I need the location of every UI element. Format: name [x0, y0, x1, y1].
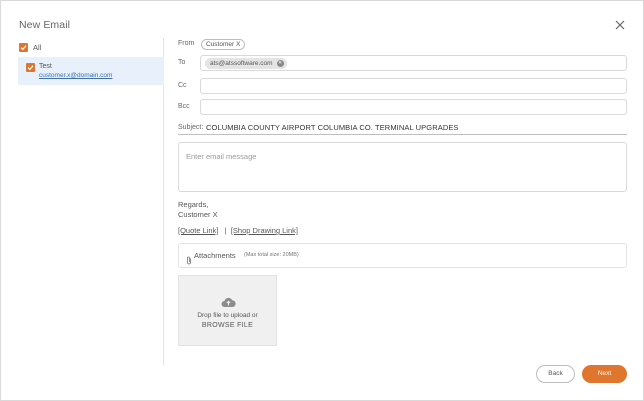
shop-drawing-link[interactable]: [Shop Drawing Link] [231, 226, 298, 235]
from-chip[interactable]: Customer X [201, 39, 246, 50]
message-textarea[interactable]: Enter email message [178, 142, 627, 192]
close-icon[interactable] [613, 18, 627, 32]
browse-file-link[interactable]: BROWSE FILE [179, 322, 276, 329]
bcc-field[interactable] [200, 99, 627, 115]
checkbox-checked-icon [27, 65, 34, 71]
email-dialog: New Email All Test customer.x@domain.com… [0, 0, 644, 401]
regards-line: Regards, [178, 200, 209, 209]
subject-label: Subject: [178, 124, 204, 131]
subject-field[interactable]: Subject: COLUMBIA COUNTY AIRPORT COLUMBI… [178, 122, 627, 135]
select-all-label: All [33, 43, 42, 52]
link-separator: | [224, 226, 227, 235]
subject-value[interactable]: COLUMBIA COUNTY AIRPORT COLUMBIA CO. TER… [206, 123, 459, 132]
recipient-name: Test [39, 63, 52, 70]
to-recipient-chip[interactable]: ats@atssoftware.com ✕ [205, 57, 287, 69]
cc-field[interactable] [200, 78, 627, 94]
select-all-checkbox[interactable] [19, 43, 28, 52]
to-label: To [178, 59, 186, 66]
to-chip-label: ats@atssoftware.com [210, 59, 273, 67]
cloud-upload-icon [221, 295, 236, 313]
checkbox-checked-icon [20, 45, 27, 51]
link-row: [Quote Link] | [Shop Drawing Link] [178, 226, 298, 235]
drop-instruction: Drop file to upload or [197, 312, 258, 319]
file-drop-zone[interactable]: Drop file to upload or BROWSE FILE [178, 275, 277, 346]
back-button[interactable]: Back [536, 365, 575, 383]
attachments-title: Attachments [194, 251, 236, 260]
attachments-panel: Attachments (Max total size: 20MB) [178, 243, 627, 268]
remove-chip-icon[interactable]: ✕ [276, 59, 284, 67]
recipient-item[interactable]: Test customer.x@domain.com [18, 57, 164, 85]
recipient-list: All Test customer.x@domain.com [18, 38, 164, 365]
recipient-checkbox[interactable] [26, 63, 35, 72]
attachments-max-size: (Max total size: 20MB) [244, 252, 299, 258]
to-field[interactable]: ats@atssoftware.com ✕ [200, 55, 627, 71]
message-placeholder: Enter email message [186, 152, 257, 161]
signature-name: Customer X [178, 210, 218, 219]
quote-link[interactable]: [Quote Link] [178, 226, 218, 235]
bcc-label: Bcc [178, 103, 190, 110]
cc-label: Cc [178, 82, 187, 89]
paperclip-icon [186, 252, 192, 270]
signature: Regards, Customer X [178, 200, 218, 220]
from-label: From [178, 40, 195, 47]
next-button[interactable]: Next [582, 365, 627, 383]
recipient-email[interactable]: customer.x@domain.com [39, 72, 112, 79]
dialog-title: New Email [19, 19, 71, 31]
